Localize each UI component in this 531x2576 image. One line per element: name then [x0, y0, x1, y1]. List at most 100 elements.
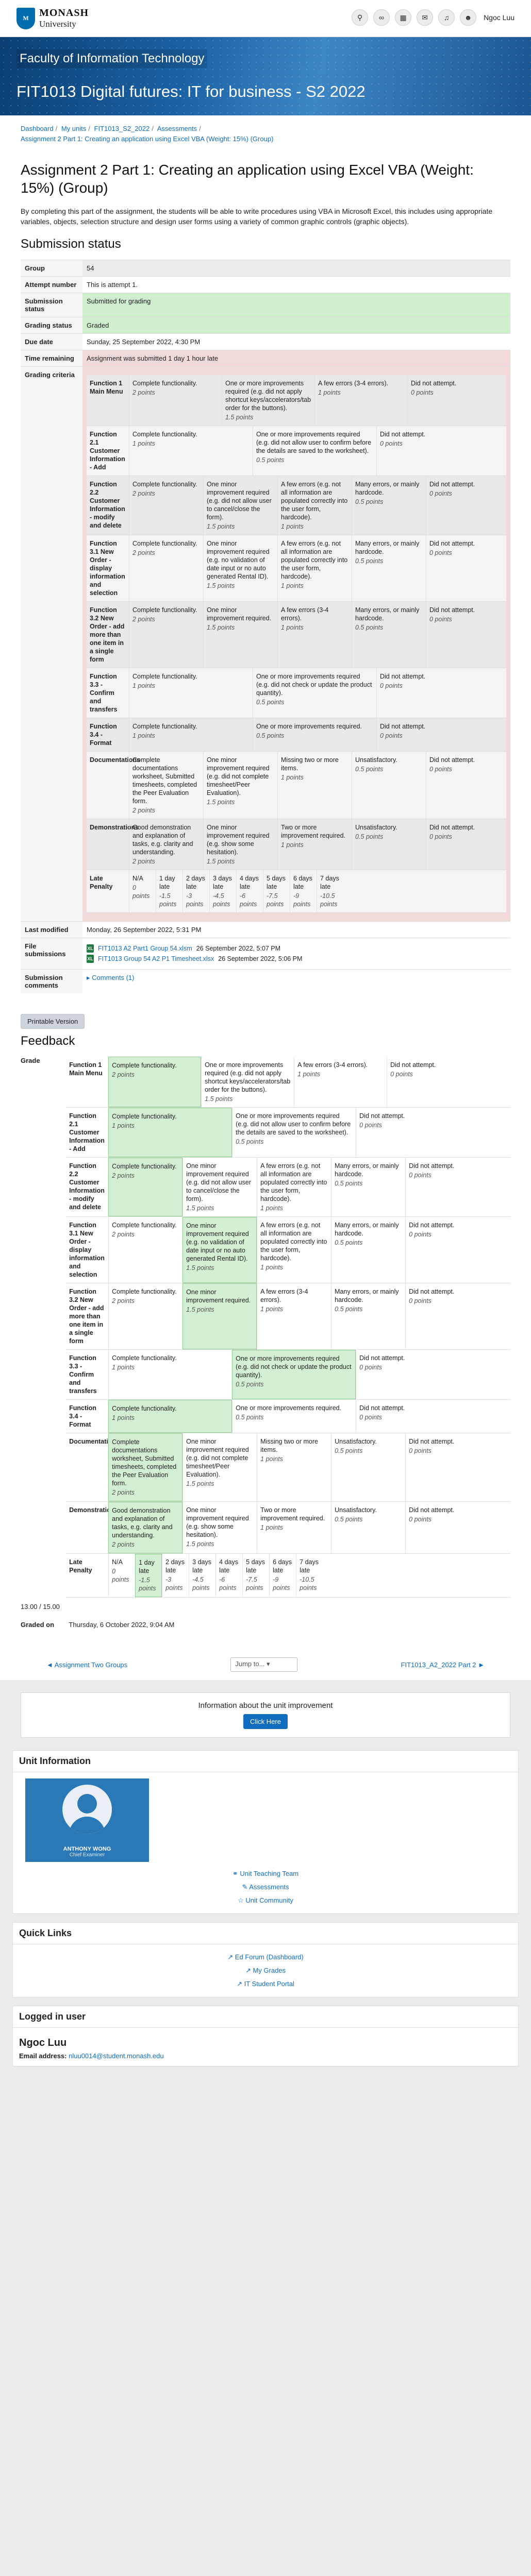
rubric-level-points: 0.5 points	[236, 1381, 264, 1388]
rubric-criterion-name: Late Penalty	[69, 1558, 92, 1574]
rubric-level-points: 1.5 points	[225, 414, 254, 421]
rubric-level: Unsatisfactory. 0.5 points	[352, 819, 426, 870]
rubric-level-points: -10.5 points	[320, 892, 338, 908]
breadcrumb-current[interactable]: Assignment 2 Part 1: Creating an applica…	[21, 135, 273, 143]
rubric-level-text: Did not attempt.	[409, 1288, 455, 1295]
user-icon[interactable]: ☻	[460, 9, 477, 26]
rubric-level-text: Complete functionality.	[132, 723, 197, 730]
jump-to-select[interactable]: Jump to... ▾	[230, 1657, 298, 1672]
rubric-level-points: 0.5 points	[335, 1239, 363, 1246]
rubric-level-text: N/A	[132, 875, 143, 882]
rubric-level: One minor improvement required (e.g. did…	[182, 1433, 257, 1501]
rubric-level-text: 5 days late	[246, 1558, 265, 1574]
bell-icon[interactable]: ♫	[438, 9, 455, 26]
it-student-portal-link[interactable]: ↗ IT Student Portal	[237, 1980, 294, 1988]
rubric-level: Two or more improvement required. 1 point…	[257, 1502, 331, 1553]
rubric-criterion-row: Function 3.2 New Order - add more than o…	[66, 1283, 510, 1350]
my-grades-link[interactable]: ↗ My Grades	[245, 1967, 286, 1974]
grading-value: Graded	[82, 317, 510, 334]
group-label: Group	[21, 260, 82, 277]
rubric-level: Complete functionality. 1 points	[129, 668, 253, 718]
rubric-level: Complete functionality. 2 points	[129, 476, 203, 535]
rubric-level-points: 1.5 points	[186, 1540, 214, 1548]
rubric-level-text: A few errors (e.g. not all information a…	[281, 540, 348, 580]
unit-teaching-team-label: Unit Teaching Team	[240, 1870, 299, 1877]
rubric-level-points: 0 points	[429, 490, 452, 497]
rubric-level-text: One minor improvement required (e.g. did…	[207, 481, 272, 521]
rubric-criterion-name: Function 3.4 - Format	[69, 1404, 96, 1428]
file-item: XL FIT1013 Group 54 A2 P1 Timesheet.xlsx…	[87, 955, 506, 963]
rubric-level-points: -7.5 points	[246, 1576, 263, 1591]
rubric-criterion-name: Function 2.1 Customer Information - Add	[90, 431, 125, 471]
rubric-level-text: Missing two or more items.	[260, 1438, 318, 1453]
rubric-level: One minor improvement required. 1.5 point…	[182, 1283, 257, 1349]
rubric-level-text: One or more improvements required (e.g. …	[256, 431, 372, 454]
breadcrumb-unit[interactable]: FIT1013_S2_2022	[94, 125, 150, 132]
file-link[interactable]: FIT1013 A2 Part1 Group 54.xlsm	[98, 945, 192, 952]
search-icon[interactable]: ⚲	[352, 9, 369, 26]
rubric-level: One minor improvement required (e.g. did…	[203, 752, 277, 819]
rubric-level-text: Many errors, or mainly hardcode.	[355, 481, 420, 496]
user-menu-name[interactable]: Ngoc Luu	[484, 13, 515, 22]
attempt-value: This is attempt 1.	[82, 276, 510, 293]
it-student-portal-label: IT Student Portal	[244, 1980, 294, 1988]
rubric-level: Complete functionality. 2 points	[129, 602, 203, 668]
rubric-level: One minor improvement required (e.g. did…	[203, 476, 277, 535]
comments-toggle[interactable]: ▸ Comments (1)	[87, 974, 135, 981]
breadcrumb-dashboard[interactable]: Dashboard	[21, 125, 54, 132]
ed-forum-link[interactable]: ↗ Ed Forum (Dashboard)	[227, 1953, 303, 1961]
rubric-level-text: One minor improvement required (e.g. did…	[207, 756, 270, 796]
grid-icon[interactable]: ▦	[395, 9, 412, 26]
rubric-level-points: 0 points	[380, 440, 403, 447]
rubric-level-points: 2 points	[112, 1489, 135, 1496]
file-link[interactable]: FIT1013 Group 54 A2 P1 Timesheet.xlsx	[98, 955, 214, 962]
submission-status-heading: Submission status	[21, 237, 121, 251]
next-activity-link[interactable]: FIT1013_A2_2022 Part 2 ►	[401, 1661, 485, 1669]
rubric-criterion-row: Function 2.1 Customer Information - Add C…	[87, 426, 506, 476]
rubric-level-points: 0.5 points	[355, 557, 384, 565]
rubric-criterion-row: Function 3.3 - Confirm and transfers Comp…	[87, 668, 506, 718]
prev-activity-link[interactable]: ◄ Assignment Two Groups	[46, 1661, 127, 1669]
email-label: Email address:	[19, 2052, 67, 2060]
link-icon[interactable]: ∞	[373, 9, 390, 26]
rubric-level-points: 1 points	[112, 1414, 135, 1421]
unit-community-link[interactable]: ☆ Unit Community	[238, 1896, 293, 1904]
rubric-level: A few errors (3-4 errors). 1 points	[257, 1283, 331, 1349]
rubric-level: 2 days late -3 points	[162, 1554, 189, 1597]
rubric-level-points: 0.5 points	[256, 456, 285, 464]
chat-icon[interactable]: ✉	[417, 9, 434, 26]
breadcrumb-assessments[interactable]: Assessments	[157, 125, 197, 132]
rubric-level-text: A few errors (3-4 errors).	[281, 606, 329, 622]
unit-teaching-team-link[interactable]: ⚭ Unit Teaching Team	[233, 1870, 298, 1877]
monash-logo[interactable]: M MONASH University	[16, 7, 89, 29]
ed-forum-label: Ed Forum (Dashboard)	[235, 1953, 304, 1961]
rubric-level-text: One or more improvements required (e.g. …	[236, 1355, 352, 1379]
rubric-level-text: Did not attempt.	[429, 481, 475, 488]
printable-version-button[interactable]: Printable Version	[21, 1014, 85, 1029]
rubric-level: Did not attempt. 0 points	[405, 1433, 479, 1501]
rubric-criterion-name: Demonstrations	[69, 1506, 119, 1514]
assessments-link[interactable]: ✎ Assessments	[242, 1883, 289, 1891]
rubric-level-points: 0 points	[359, 1122, 382, 1129]
email-link[interactable]: nluu0014@student.monash.edu	[69, 2052, 164, 2060]
rubric-level: Did not attempt. 0 points	[376, 718, 500, 751]
rubric-level-text: Complete functionality.	[132, 481, 197, 488]
breadcrumb-my-units[interactable]: My units	[61, 125, 86, 132]
files-cell: XL FIT1013 A2 Part1 Group 54.xlsm 26 Sep…	[82, 938, 510, 970]
rubric-level: Good demonstration and explanation of ta…	[108, 1502, 183, 1553]
rubric-level-points: 0 points	[409, 1297, 432, 1304]
click-here-button[interactable]: Click Here	[243, 1714, 288, 1729]
group-value: 54	[82, 260, 510, 277]
rubric-level-text: 6 days late	[273, 1558, 292, 1574]
rubric-level-points: 1 points	[132, 682, 155, 689]
unit-information-block: Unit Information ANTHONY WONG Chief Exam…	[12, 1750, 519, 1914]
rubric-level-text: 3 days late	[192, 1558, 211, 1574]
rubric-level-text: One minor improvement required (e.g. did…	[186, 1438, 249, 1478]
rubric-level: 5 days late -7.5 points	[263, 870, 290, 912]
rubric-level-text: Complete functionality.	[112, 1354, 177, 1362]
rubric-level-text: A few errors (3-4 errors).	[297, 1061, 368, 1069]
rubric-level-points: 1 points	[112, 1364, 135, 1371]
rubric-criterion-row: Function 3.1 New Order - display informa…	[66, 1217, 510, 1283]
rubric-criterion-name: Documentations	[90, 756, 140, 764]
rubric-level-points: 1 points	[281, 774, 304, 781]
